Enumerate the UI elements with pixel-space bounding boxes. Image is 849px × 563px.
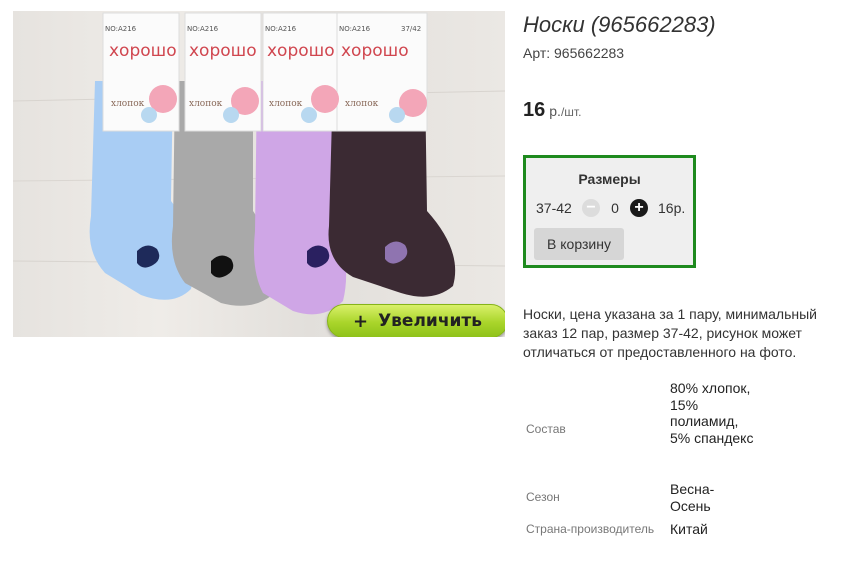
brand-label: хорошо xyxy=(189,41,257,61)
size-price: 16р. xyxy=(658,200,686,216)
sizes-title: Размеры xyxy=(578,171,641,187)
tag-code: NO:A216 xyxy=(265,25,297,33)
product-price: 16 р./шт. xyxy=(523,99,581,122)
brand-label: хорошо xyxy=(267,41,335,61)
add-to-cart-button[interactable]: В корзину xyxy=(534,228,624,260)
tag-material: хлопок xyxy=(111,99,145,109)
plus-icon: + xyxy=(352,310,369,332)
sizes-panel: Размеры 37-42 − 0 + 16р. В корзину xyxy=(523,155,696,268)
zoom-button[interactable]: + Увеличить xyxy=(327,304,505,337)
tag-code: NO:A216 xyxy=(105,25,137,33)
price-currency: р. xyxy=(549,103,561,119)
property-value: Весна-Осень xyxy=(670,481,715,514)
quantity-value[interactable]: 0 xyxy=(600,200,630,216)
price-value: 16 xyxy=(523,99,546,121)
decrease-quantity-button[interactable]: − xyxy=(582,199,600,217)
product-sku: Арт: 965662283 xyxy=(523,45,625,61)
product-description: Носки, цена указана за 1 пару, минимальн… xyxy=(523,306,817,360)
property-label: Состав xyxy=(526,422,566,436)
price-unit: /шт. xyxy=(560,105,582,119)
property-label: Сезон xyxy=(526,490,560,504)
tag-material: хлопок xyxy=(189,99,223,109)
socks-image xyxy=(13,12,505,315)
size-row: 37-42 − 0 + 16р. xyxy=(536,199,685,217)
brand-label: хорошо xyxy=(109,41,177,61)
tag-code: NO:A216 xyxy=(339,25,371,33)
product-photo[interactable]: NO:A216 NO:A216 NO:A216 NO:A216 37/42 хо… xyxy=(13,11,505,337)
tag-code: NO:A216 xyxy=(187,25,219,33)
tag-material: хлопок xyxy=(345,99,379,109)
property-value: Китай xyxy=(670,521,708,537)
increase-quantity-button[interactable]: + xyxy=(630,199,648,217)
brand-label: хорошо xyxy=(341,41,409,61)
size-label: 37-42 xyxy=(536,200,572,216)
zoom-label: Увеличить xyxy=(378,311,483,331)
property-label: Страна-производитель xyxy=(526,522,655,536)
property-value: 80% хлопок, 15% полиамид, 5% спандекс xyxy=(670,380,754,446)
tag-size: 37/42 xyxy=(401,25,422,33)
product-title: Носки (965662283) xyxy=(523,12,716,37)
tag-material: хлопок xyxy=(269,99,303,109)
